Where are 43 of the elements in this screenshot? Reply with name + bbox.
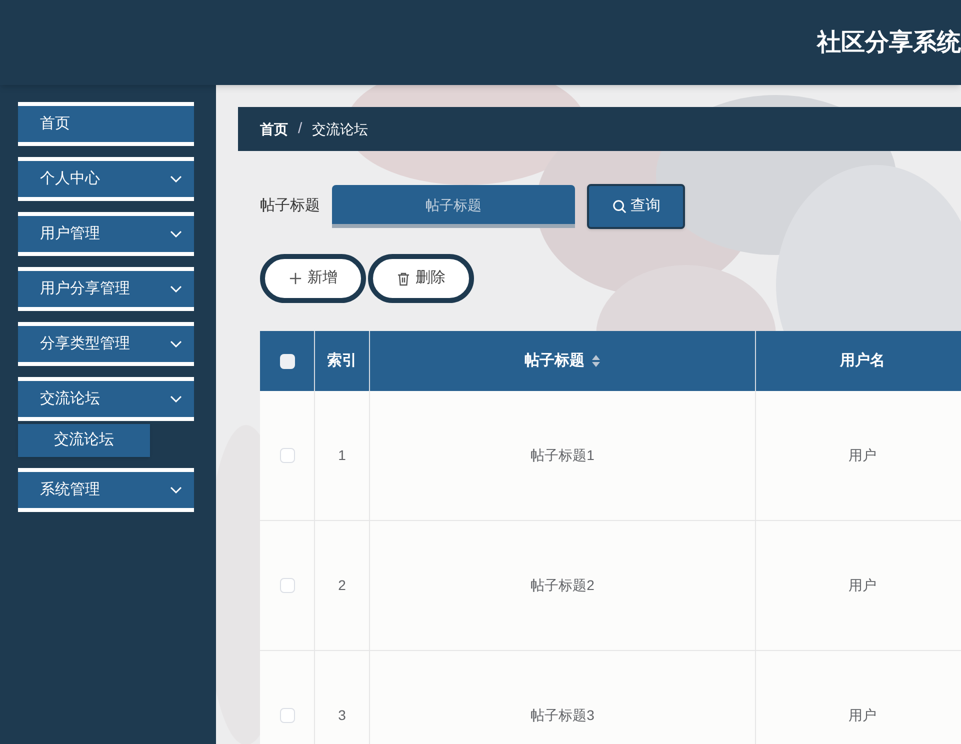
delete-button[interactable]: 删除 xyxy=(368,254,474,303)
add-button[interactable]: 新增 xyxy=(260,254,366,303)
chevron-down-icon xyxy=(170,395,182,403)
sidebar-item[interactable]: 系统管理 xyxy=(18,468,194,512)
sidebar-item[interactable]: 用户分享管理 xyxy=(18,267,194,311)
column-header[interactable]: 帖子标题 xyxy=(524,350,584,372)
table-cell-text: 1 xyxy=(338,446,346,465)
row-checkbox[interactable] xyxy=(280,578,294,593)
plus-icon xyxy=(288,272,302,285)
select-all-checkbox[interactable] xyxy=(280,354,294,368)
breadcrumb-separator: / xyxy=(298,118,302,139)
search-field[interactable]: 帖子标题 xyxy=(332,185,575,228)
row-checkbox[interactable] xyxy=(280,708,294,723)
column-header: 用户名 xyxy=(840,350,885,371)
sidebar-item[interactable]: 分享类型管理 xyxy=(18,322,194,366)
table-cell-text: 用户 xyxy=(848,446,876,465)
chevron-down-icon xyxy=(170,230,182,238)
trash-icon xyxy=(396,272,410,286)
table-cell-text: 用户 xyxy=(848,706,876,725)
sidebar-item[interactable]: 交流论坛 xyxy=(18,377,194,421)
chevron-down-icon xyxy=(170,175,182,183)
chevron-down-icon xyxy=(170,340,182,348)
sidebar-item[interactable]: 个人中心 xyxy=(18,157,194,201)
table-cell-text: 帖子标题3 xyxy=(530,706,594,725)
table-cell-text: 用户 xyxy=(848,576,876,595)
sidebar-item[interactable]: 用户管理 xyxy=(18,212,194,256)
column-header: 索引 xyxy=(327,350,357,371)
site-title: 社区分享系统 xyxy=(817,28,961,58)
table-cell-text: 2 xyxy=(338,576,346,595)
chevron-down-icon xyxy=(170,486,182,494)
table-cell-text: 帖子标题1 xyxy=(530,446,594,465)
table-cell-text: 3 xyxy=(338,706,346,725)
table-cell-text: 帖子标题2 xyxy=(530,576,594,595)
field-label: 帖子标题 xyxy=(260,196,320,216)
chevron-down-icon xyxy=(170,285,182,293)
search-button[interactable]: 查询 xyxy=(587,184,685,229)
submenu-item[interactable]: 交流论坛 xyxy=(18,424,150,457)
sidebar-item[interactable]: 首页 xyxy=(18,102,194,146)
breadcrumb-link[interactable]: 首页 xyxy=(260,118,288,140)
search-icon xyxy=(612,199,626,214)
sort-icon[interactable] xyxy=(590,354,600,368)
row-checkbox[interactable] xyxy=(280,448,294,463)
breadcrumb-link[interactable]: 交流论坛 xyxy=(312,118,368,140)
